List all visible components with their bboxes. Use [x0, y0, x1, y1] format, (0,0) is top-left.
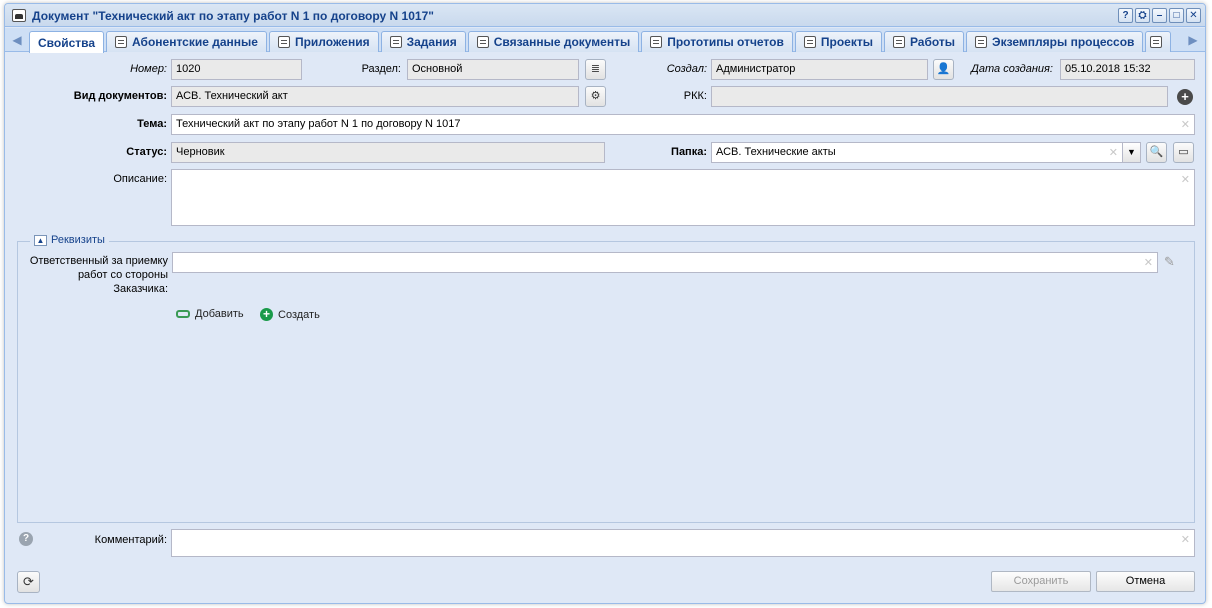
description-field[interactable]: ✕ — [171, 169, 1195, 226]
maximize-button[interactable]: □ — [1169, 8, 1184, 23]
process-icon — [975, 36, 988, 48]
search-icon[interactable]: 🔍 — [1146, 142, 1167, 163]
tab-more[interactable] — [1145, 31, 1172, 52]
tab-scroll-left-icon[interactable]: ◀ — [9, 32, 25, 48]
user-icon[interactable]: 👤 — [933, 59, 954, 80]
contact-icon — [115, 36, 128, 48]
doc-settings-icon[interactable]: ⚙ — [585, 86, 606, 107]
created-by-field[interactable]: Администратор — [711, 59, 928, 80]
tab-strip: ◀ Свойства Абонентские данные Приложения… — [5, 28, 1205, 53]
help-tool-button[interactable]: ? — [1118, 8, 1133, 23]
attachment-icon — [277, 36, 290, 48]
tab-properties[interactable]: Свойства — [29, 31, 105, 53]
create-button[interactable]: + Создать — [260, 308, 320, 321]
requisites-legend: ▲ Реквизиты — [30, 234, 109, 246]
edit-pencil-icon[interactable]: ✎ — [1164, 254, 1175, 270]
section-field[interactable]: Основной — [407, 59, 579, 80]
clear-icon[interactable]: ✕ — [1181, 533, 1190, 546]
minimize-button[interactable]: – — [1152, 8, 1167, 23]
document-icon — [12, 9, 26, 22]
comment-field[interactable]: ✕ — [171, 529, 1195, 557]
chevron-down-icon[interactable]: ▼ — [1122, 143, 1140, 162]
projects-icon — [803, 36, 816, 48]
add-link-button[interactable]: Добавить — [176, 308, 244, 320]
responsible-label: Ответственный за приемку работ со сторон… — [29, 255, 168, 295]
rkk-field[interactable] — [711, 86, 1168, 107]
database-icon[interactable]: ≣ — [585, 59, 606, 80]
tab-projects[interactable]: Проекты — [794, 31, 882, 52]
works-icon — [892, 36, 905, 48]
description-label: Описание: — [113, 173, 167, 185]
number-label: Номер: — [130, 63, 167, 75]
tab-report-prototypes[interactable]: Прототипы отчетов — [641, 31, 793, 52]
folder-field[interactable]: АСВ. Технические акты ✕ ▼ — [711, 142, 1141, 163]
binoculars-icon[interactable]: ⛭ — [1135, 8, 1150, 23]
tab-process-instances[interactable]: Экземпляры процессов — [966, 31, 1144, 52]
doc-type-field[interactable]: АСВ. Технический акт — [171, 86, 579, 107]
linked-docs-icon — [476, 36, 489, 48]
report-icon — [650, 36, 663, 48]
link-icon — [176, 310, 190, 318]
cancel-button[interactable]: Отмена — [1096, 571, 1195, 592]
requisites-fieldset: ▲ Реквизиты Ответственный за приемку раб… — [17, 234, 1195, 523]
help-icon[interactable]: ? — [19, 532, 33, 546]
window-title: Документ "Технический акт по этапу работ… — [32, 9, 434, 23]
save-button[interactable]: Сохранить — [991, 571, 1091, 592]
collapse-icon[interactable]: ▲ — [34, 234, 47, 246]
section-label: Раздел: — [361, 63, 401, 75]
tab-works[interactable]: Работы — [883, 31, 965, 52]
clear-icon[interactable]: ✕ — [1181, 118, 1190, 131]
doc-type-label: Вид документов: — [73, 90, 167, 102]
user-search-icon — [1150, 36, 1163, 48]
tabs: Свойства Абонентские данные Приложения З… — [29, 31, 1172, 53]
subject-field[interactable]: Технический акт по этапу работ N 1 по до… — [171, 114, 1195, 135]
rkk-label: РКК: — [683, 90, 707, 102]
tab-subscriber-data[interactable]: Абонентские данные — [106, 31, 267, 52]
clear-icon[interactable]: ✕ — [1181, 173, 1190, 186]
clear-icon[interactable]: ✕ — [1109, 146, 1118, 159]
created-date-field[interactable]: 05.10.2018 15:32 — [1060, 59, 1195, 80]
title-bar: Документ "Технический акт по этапу работ… — [5, 4, 1205, 27]
tab-linked-documents[interactable]: Связанные документы — [467, 31, 640, 52]
task-icon — [389, 36, 402, 48]
tab-tasks[interactable]: Задания — [380, 31, 466, 52]
window-tools: ? ⛭ – □ ✕ — [1118, 8, 1201, 23]
add-rkk-icon[interactable]: + — [1177, 89, 1193, 105]
properties-panel: Номер: 1020 Раздел: Основной ≣ Создал: А… — [5, 53, 1205, 603]
status-field[interactable]: Черновик — [171, 142, 605, 163]
created-by-label: Создал: — [666, 63, 707, 75]
comment-label: Комментарий: — [94, 534, 167, 546]
status-label: Статус: — [126, 146, 167, 158]
document-window: Документ "Технический акт по этапу работ… — [4, 3, 1206, 604]
refresh-icon[interactable]: ⟳ — [17, 571, 40, 593]
clear-icon[interactable]: ✕ — [1144, 256, 1153, 269]
responsible-field[interactable]: ✕ — [172, 252, 1158, 273]
subject-label: Тема: — [137, 118, 167, 130]
tab-attachments[interactable]: Приложения — [268, 31, 379, 52]
number-field[interactable]: 1020 — [171, 59, 302, 80]
close-button[interactable]: ✕ — [1186, 8, 1201, 23]
plus-circle-icon: + — [260, 308, 273, 321]
folder-label: Папка: — [671, 146, 707, 158]
tab-scroll-right-icon[interactable]: ▶ — [1185, 32, 1201, 48]
created-date-label: Дата создания: — [971, 63, 1053, 75]
folder-icon[interactable]: ▭ — [1173, 142, 1194, 163]
